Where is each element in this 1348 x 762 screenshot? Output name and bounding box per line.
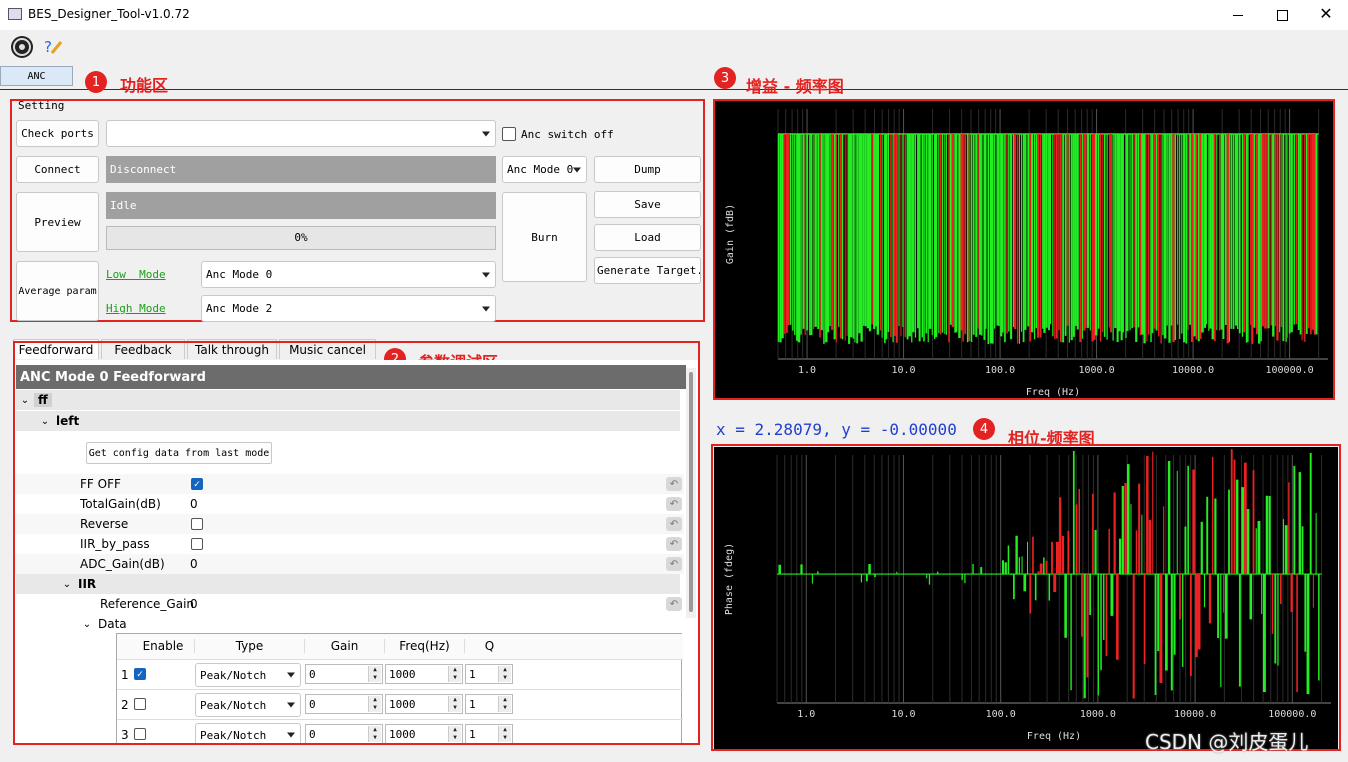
x-tick-label: 10000.0 bbox=[1172, 365, 1214, 376]
phase-chart: 1.0 10.0 100.0 1000.0 10000.0 100000.0 Freq (H… bbox=[714, 447, 1338, 749]
average-param-button[interactable]: Average param bbox=[16, 261, 99, 321]
anc-mode-select-value: Anc Mode 0 bbox=[507, 163, 574, 176]
idle-status: Idle bbox=[106, 192, 496, 219]
close-icon[interactable]: ✕ bbox=[1316, 4, 1336, 24]
x-tick-label: 1000.0 bbox=[1080, 709, 1116, 720]
x-tick-label: 1.0 bbox=[797, 709, 815, 720]
high-mode-link[interactable]: High Mode bbox=[106, 302, 166, 315]
low-mode-select[interactable]: Anc Mode 0 bbox=[201, 261, 496, 288]
annotation-label-1: 功能区 bbox=[120, 76, 169, 95]
low-mode-link[interactable]: Low Mode bbox=[106, 268, 166, 281]
param-panel-highlight bbox=[13, 341, 700, 745]
burn-button[interactable]: Burn bbox=[502, 192, 587, 282]
toolbar: ? bbox=[0, 30, 1348, 62]
x-tick-label: 100000.0 bbox=[1266, 365, 1314, 376]
progress-text: 0% bbox=[294, 231, 308, 244]
x-tick-label: 10000.0 bbox=[1174, 709, 1216, 720]
phase-chart-svg: 1.0 10.0 100.0 1000.0 10000.0 100000.0 Freq (H… bbox=[724, 449, 1331, 742]
dump-button[interactable]: Dump bbox=[594, 156, 701, 183]
generate-target-label: Generate Target.c bbox=[597, 264, 701, 277]
x-tick-label: 10.0 bbox=[891, 709, 915, 720]
high-mode-select-value: Anc Mode 2 bbox=[206, 302, 273, 315]
x-tick-label: 1.0 bbox=[798, 365, 816, 376]
x-tick-label: 100.0 bbox=[985, 365, 1015, 376]
save-button[interactable]: Save bbox=[594, 191, 701, 218]
anc-switch-label: Anc switch off bbox=[521, 127, 614, 141]
watermark: CSDN @刘皮蛋儿 bbox=[1145, 730, 1309, 754]
anc-mode-select[interactable]: Anc Mode 0 bbox=[502, 156, 587, 183]
high-mode-select[interactable]: Anc Mode 2 bbox=[201, 295, 496, 322]
progress-bar: 0% bbox=[106, 226, 496, 250]
y-axis-label: Gain (fdB) bbox=[725, 204, 736, 264]
annotation-label-3: 增益 - 频率图 bbox=[746, 77, 844, 96]
load-button[interactable]: Load bbox=[594, 224, 701, 251]
anc-switch-box[interactable] bbox=[502, 127, 516, 141]
help-brush-icon[interactable]: ? bbox=[42, 36, 64, 58]
port-select[interactable] bbox=[106, 120, 496, 147]
coordinate-readout: x = 2.28079, y = -0.00000 bbox=[716, 420, 957, 439]
x-tick-label: 100000.0 bbox=[1268, 709, 1316, 720]
setting-group-title: Setting bbox=[18, 99, 65, 112]
x-axis-label: Freq (Hz) bbox=[1027, 731, 1081, 742]
maximize-icon[interactable] bbox=[1272, 6, 1292, 24]
x-tick-label: 1000.0 bbox=[1079, 365, 1115, 376]
x-axis-label: Freq (Hz) bbox=[1026, 387, 1080, 398]
check-ports-button[interactable]: Check ports bbox=[16, 120, 99, 147]
gain-chart-svg: 1.0 10.0 100.0 1000.0 10000.0 100000.0 Freq (H… bbox=[725, 109, 1328, 398]
low-mode-select-value: Anc Mode 0 bbox=[206, 268, 273, 281]
minimize-icon[interactable] bbox=[1228, 6, 1248, 24]
svg-text:?: ? bbox=[44, 38, 52, 56]
annotation-badge-4: 4 bbox=[973, 418, 995, 440]
x-tick-label: 100.0 bbox=[986, 709, 1016, 720]
generate-target-button[interactable]: Generate Target.c bbox=[594, 257, 701, 284]
app-icon bbox=[8, 8, 22, 20]
x-tick-label: 10.0 bbox=[892, 365, 916, 376]
settings-gear-icon[interactable] bbox=[10, 35, 34, 59]
gain-chart: 1.0 10.0 100.0 1000.0 10000.0 100000.0 Freq (H… bbox=[715, 101, 1333, 398]
tab-divider bbox=[0, 89, 1348, 90]
anc-switch-checkbox[interactable]: Anc switch off bbox=[502, 127, 614, 141]
tab-anc[interactable]: ANC bbox=[0, 66, 73, 86]
title-bar: BES_Designer_Tool-v1.0.72 ✕ bbox=[0, 0, 1348, 30]
preview-button[interactable]: Preview bbox=[16, 192, 99, 252]
connection-status: Disconnect bbox=[106, 156, 496, 183]
window-title: BES_Designer_Tool-v1.0.72 bbox=[28, 7, 190, 21]
y-axis-label: Phase (fdeg) bbox=[724, 543, 735, 615]
connect-button[interactable]: Connect bbox=[16, 156, 99, 183]
annotation-badge-3: 3 bbox=[714, 67, 736, 89]
annotation-badge-1: 1 bbox=[85, 71, 107, 93]
